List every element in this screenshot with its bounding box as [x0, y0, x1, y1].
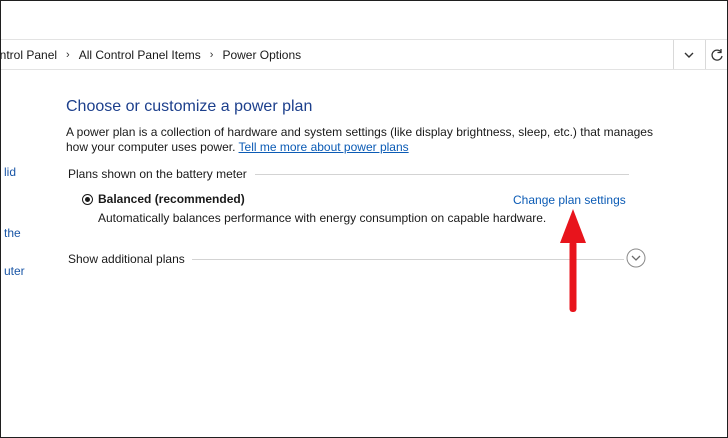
circle-chevron-down-icon: [626, 248, 646, 268]
additional-plans-label[interactable]: Show additional plans: [68, 252, 185, 266]
plan-name[interactable]: Balanced (recommended): [98, 192, 245, 206]
refresh-icon: [711, 48, 723, 61]
breadcrumb-control-panel[interactable]: ontrol Panel: [1, 48, 57, 62]
battery-section-label: Plans shown on the battery meter: [68, 167, 247, 181]
breadcrumb-all-items[interactable]: All Control Panel Items: [79, 48, 201, 62]
page-description: A power plan is a collection of hardware…: [66, 125, 666, 155]
sidebar: lid the uter: [1, 69, 41, 437]
main-content: Choose or customize a power plan A power…: [66, 97, 666, 155]
breadcrumb-power-options[interactable]: Power Options: [222, 48, 301, 62]
battery-meter-section: Plans shown on the battery meter: [68, 167, 629, 181]
page-title: Choose or customize a power plan: [66, 98, 313, 115]
sidebar-link-computer[interactable]: uter: [4, 264, 25, 278]
chevron-down-icon: [684, 52, 694, 58]
breadcrumb[interactable]: ontrol Panel › All Control Panel Items ›…: [1, 40, 674, 69]
plan-description: Automatically balances performance with …: [98, 211, 547, 225]
sidebar-link-lid[interactable]: lid: [4, 165, 16, 179]
plan-radio-button[interactable]: [82, 194, 93, 205]
window: ontrol Panel › All Control Panel Items ›…: [0, 0, 728, 438]
title-bar[interactable]: [1, 1, 727, 39]
red-arrow-icon: [560, 209, 586, 312]
section-divider: [254, 173, 629, 175]
breadcrumb-separator-icon[interactable]: ›: [66, 49, 70, 61]
breadcrumb-separator-icon[interactable]: ›: [210, 49, 214, 61]
address-dropdown-button[interactable]: [679, 46, 699, 64]
expand-additional-plans-button[interactable]: [626, 248, 646, 268]
additional-plans-section[interactable]: Show additional plans: [68, 252, 624, 266]
change-plan-settings-link[interactable]: Change plan settings: [513, 193, 626, 207]
refresh-button[interactable]: [705, 40, 727, 69]
sidebar-link-the[interactable]: the: [4, 226, 21, 240]
address-bar[interactable]: ontrol Panel › All Control Panel Items ›…: [1, 39, 727, 70]
learn-more-link[interactable]: Tell me more about power plans: [239, 140, 409, 154]
